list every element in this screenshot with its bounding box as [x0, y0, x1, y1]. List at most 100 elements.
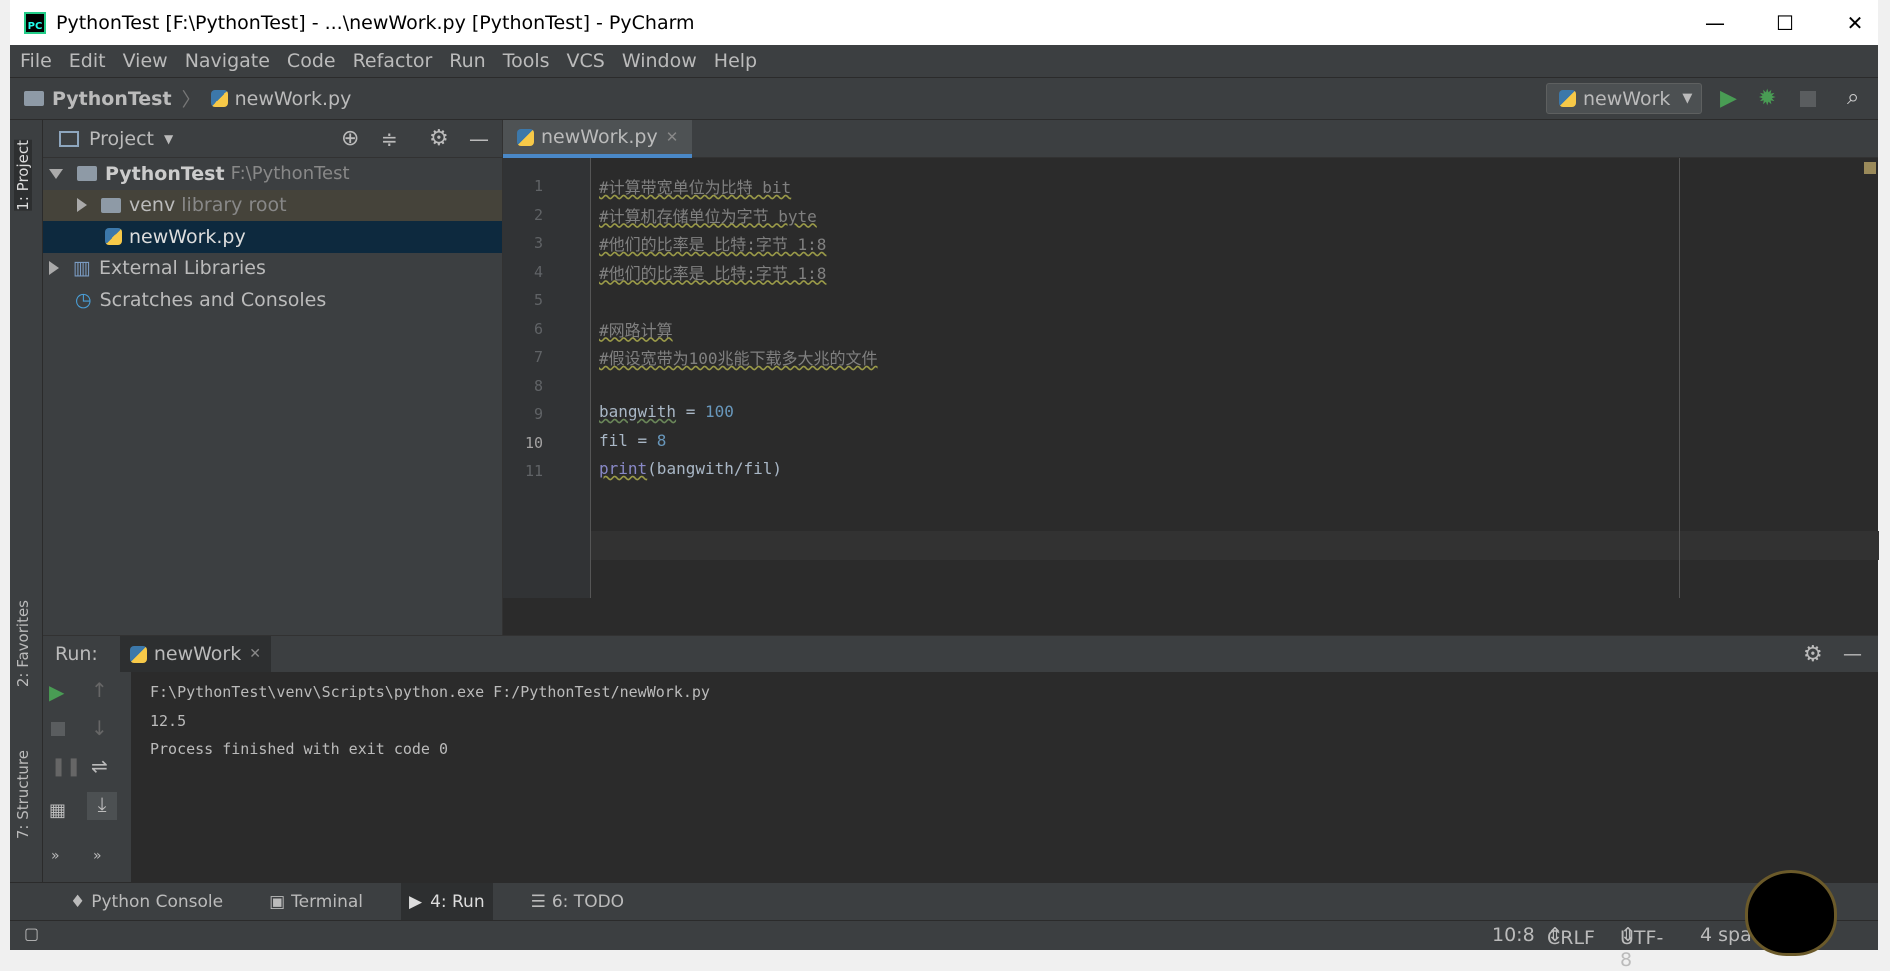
scratches-icon: ◷	[75, 288, 92, 311]
tree-item-external-libraries[interactable]: ▥ External Libraries	[43, 253, 502, 285]
menu-view[interactable]: View	[123, 50, 168, 72]
close-tab-icon[interactable]: ✕	[249, 646, 261, 662]
tab-label: 6: TODO	[551, 891, 625, 912]
tree-item-project-root[interactable]: PythonTest F:\PythonTest	[43, 158, 502, 190]
maximize-button[interactable]: ☐	[1750, 0, 1820, 45]
editor[interactable]: newWork.py ✕ 1 #计算带宽单位为比特 bit 2 #计算机存储单位为字节…	[502, 120, 1879, 635]
tree-item-scratches[interactable]: ◷ Scratches and Consoles	[43, 284, 502, 316]
left-tool-stripe: 1: Project 2: Favorites 7: Structure	[10, 120, 43, 882]
run-config-label: newWork	[1583, 87, 1671, 110]
pause-icon[interactable]: ❚❚	[51, 756, 81, 777]
locate-icon[interactable]: ⊕	[341, 126, 359, 151]
list-icon: ☰	[530, 891, 546, 912]
project-tool-button[interactable]: 1: Project	[14, 140, 32, 211]
layout-icon[interactable]: ▦	[49, 800, 66, 821]
project-view-select[interactable]: Project	[89, 128, 154, 150]
code-line[interactable]: print(bangwith/fil)	[599, 459, 782, 478]
debug-button[interactable]: ✹	[1758, 86, 1776, 111]
run-toolbar: ▶ ↑ ↓ ❚❚ ⇌ ⤓ ▦ » »	[43, 672, 131, 883]
gear-icon[interactable]: ⚙	[1803, 642, 1823, 667]
tab-label: Terminal	[291, 891, 363, 912]
tree-item-label: Scratches and Consoles	[99, 288, 327, 311]
encoding-label: UTF-8	[1620, 927, 1664, 971]
code-line[interactable]: #计算带宽单位为比特 bit	[599, 174, 791, 198]
expand-arrow-icon[interactable]	[49, 261, 59, 276]
structure-tool-button[interactable]: 7: Structure	[14, 750, 32, 839]
code-comment: #他们的比率是 比特:字节 1:8	[599, 263, 827, 283]
code-comment: #计算机存储单位为字节 byte	[599, 206, 817, 226]
menu-code[interactable]: Code	[287, 50, 336, 72]
menu-help[interactable]: Help	[714, 50, 757, 72]
line-number: 8	[533, 376, 543, 395]
encoding[interactable]: UTF-8 ⇕	[1620, 924, 1663, 971]
minimize-button[interactable]: —	[1680, 0, 1750, 45]
python-icon: ♦	[70, 891, 86, 912]
close-tab-icon[interactable]: ✕	[666, 128, 679, 146]
run-button[interactable]: ▶	[1720, 86, 1737, 111]
hide-icon[interactable]: —	[1843, 643, 1862, 665]
menu-vcs[interactable]: VCS	[567, 50, 605, 72]
favorites-tool-button[interactable]: 2: Favorites	[14, 600, 32, 687]
collapse-all-icon[interactable]: ≑	[381, 127, 398, 151]
search-everywhere-icon[interactable]: ⌕	[1847, 85, 1859, 110]
menu-edit[interactable]: Edit	[69, 50, 106, 72]
run-tool-tab[interactable]: ▶ 4: Run	[400, 882, 493, 921]
up-arrow-icon[interactable]: ↑	[91, 678, 108, 702]
todo-tab[interactable]: ☰ 6: TODO	[523, 883, 632, 921]
pycharm-logo-icon: PC	[24, 11, 46, 34]
rerun-icon[interactable]: ▶	[49, 680, 64, 704]
code-line[interactable]: #他们的比率是 比特:字节 1:8	[599, 260, 826, 284]
line-number: 10	[524, 433, 543, 452]
code-line[interactable]: #计算机存储单位为字节 byte	[599, 203, 817, 227]
line-number: 7	[533, 348, 543, 366]
more-icon[interactable]: »	[51, 848, 60, 864]
run-tab-newwork[interactable]: newWork ✕	[119, 636, 271, 672]
code-line[interactable]: #假设宽带为100兆能下载多大兆的文件	[599, 345, 878, 369]
menu-navigate[interactable]: Navigate	[185, 50, 270, 72]
breadcrumb-file[interactable]: newWork.py	[235, 88, 352, 110]
line-number: 2	[533, 205, 543, 224]
chevron-down-icon[interactable]: ▼	[164, 132, 173, 146]
tree-item-label: PythonTest	[105, 162, 225, 185]
scroll-to-end-icon[interactable]: ⤓	[87, 792, 117, 820]
expand-arrow-icon[interactable]	[77, 198, 87, 213]
run-configuration-select[interactable]: newWork ▼	[1546, 83, 1702, 114]
code-line[interactable]: bangwith = 100	[599, 402, 734, 421]
code-line[interactable]: #网路计算	[599, 317, 673, 341]
tree-item-newwork-py[interactable]: newWork.py	[43, 221, 502, 253]
tab-newwork-py[interactable]: newWork.py ✕	[503, 120, 693, 158]
menu-run[interactable]: Run	[449, 50, 485, 72]
menu-tools[interactable]: Tools	[503, 50, 550, 72]
menu-window[interactable]: Window	[622, 50, 697, 72]
more-icon[interactable]: »	[93, 848, 102, 864]
menu-refactor[interactable]: Refactor	[353, 50, 433, 72]
down-arrow-icon[interactable]: ↓	[91, 716, 108, 740]
libraries-icon: ▥	[73, 257, 91, 280]
menu-file[interactable]: File	[20, 50, 52, 72]
terminal-tab[interactable]: ▣ Terminal	[261, 883, 371, 921]
stop-icon[interactable]	[51, 722, 65, 736]
hide-icon[interactable]: —	[469, 127, 489, 151]
stop-button[interactable]	[1800, 91, 1816, 107]
code-line[interactable]: #他们的比率是 比特:字节 1:8	[599, 231, 826, 255]
close-button[interactable]: ✕	[1820, 0, 1890, 45]
soft-wrap-icon[interactable]: ⇌	[91, 754, 108, 778]
tool-windows-toggle-icon[interactable]: ▢	[24, 924, 39, 943]
expand-arrow-icon[interactable]	[49, 168, 63, 179]
tab-label: newWork.py	[541, 126, 658, 148]
code-line[interactable]: fil = 8	[599, 431, 666, 450]
console-output[interactable]: F:\PythonTest\venv\Scripts\python.exe F:…	[150, 678, 710, 764]
python-console-tab[interactable]: ♦ Python Console	[62, 883, 231, 921]
caret-position[interactable]: 10:8	[1492, 924, 1535, 946]
breadcrumb-project[interactable]: PythonTest	[52, 88, 172, 110]
line-separator[interactable]: CRLF ⇕	[1547, 924, 1595, 949]
inspection-indicator[interactable]	[1864, 162, 1876, 174]
tab-label: 4: Run	[430, 891, 485, 912]
title-bar: PC PythonTest [F:\PythonTest] - ...\newW…	[10, 0, 1878, 45]
tree-item-venv[interactable]: venv library root	[43, 189, 502, 221]
gear-icon[interactable]: ⚙	[429, 126, 449, 151]
line-number: 4	[533, 262, 543, 281]
folder-icon	[24, 91, 44, 106]
line-number: 9	[533, 405, 543, 423]
console-line: 12.5	[150, 711, 187, 730]
